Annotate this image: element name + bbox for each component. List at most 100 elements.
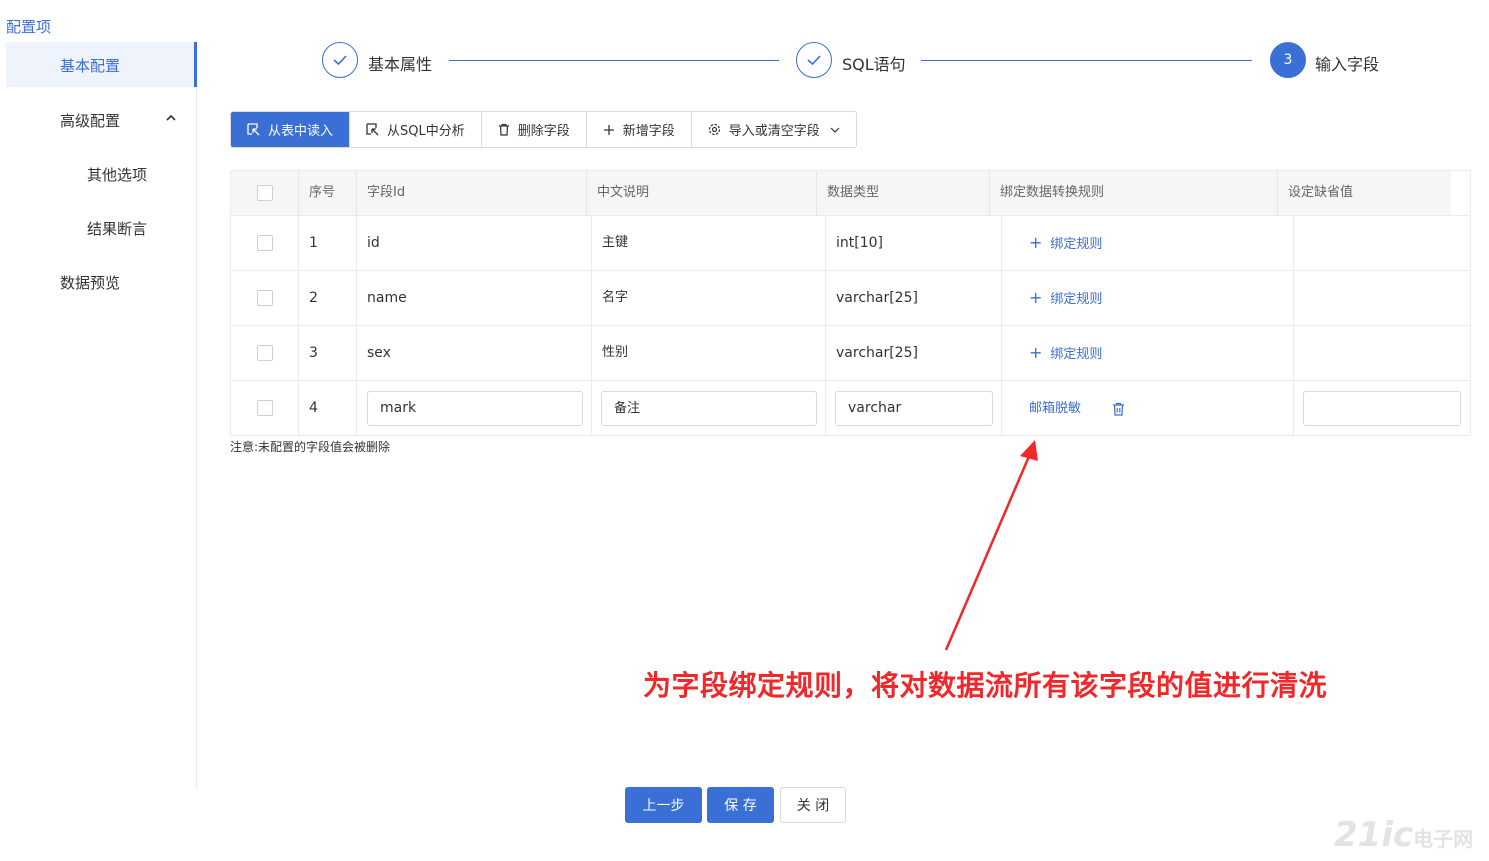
row-checkbox[interactable] <box>257 290 273 306</box>
bind-rule-label: 绑定规则 <box>1050 292 1103 307</box>
row-checkbox-cell <box>231 271 299 325</box>
row-checkbox-cell <box>231 381 299 435</box>
bind-rule-link[interactable]: + 绑定规则 <box>1029 233 1103 252</box>
plus-icon: + <box>1029 288 1043 307</box>
step-3-label: 输入字段 <box>1315 55 1380 74</box>
bind-rule-label: 绑定规则 <box>1050 237 1103 252</box>
table-row: 3 sex 性别 varchar[25] + 绑定规则 <box>231 325 1470 380</box>
delete-field-label: 删除字段 <box>517 124 570 139</box>
add-field-button[interactable]: 新增字段 <box>586 112 692 147</box>
row-default-cell <box>1294 381 1470 435</box>
config-page: 配置项 基本配置 高级配置 其他选项 结果断言 数据预览 基本属性 SQL语句 … <box>0 0 1489 861</box>
row-no: 4 <box>299 381 357 435</box>
check-icon <box>333 55 347 66</box>
row-checkbox-cell <box>231 326 299 380</box>
row-rule-cell: + 绑定规则 <box>1002 271 1294 325</box>
sidebar-item-data-preview[interactable]: 数据预览 <box>60 272 120 293</box>
row-no: 2 <box>299 271 357 325</box>
table-row: 2 name 名字 varchar[25] + 绑定规则 <box>231 270 1470 325</box>
import-clear-label: 导入或清空字段 <box>728 124 820 139</box>
row-field-id: id <box>357 216 592 270</box>
sidebar-item-result-assert[interactable]: 结果断言 <box>87 218 147 239</box>
import-clear-dropdown[interactable]: 导入或清空字段 <box>691 112 856 147</box>
sidebar: 基本配置 高级配置 其他选项 结果断言 数据预览 <box>0 40 197 788</box>
header-field-id: 字段Id <box>357 171 587 215</box>
add-field-label: 新增字段 <box>622 124 675 139</box>
plus-icon <box>603 124 614 135</box>
row-no: 1 <box>299 216 357 270</box>
row-rule-cell: 邮箱脱敏 <box>1002 381 1294 435</box>
row-checkbox[interactable] <box>257 235 273 251</box>
step-connector <box>449 60 779 61</box>
row-desc: 名字 <box>592 271 826 325</box>
select-all-checkbox[interactable] <box>257 185 273 201</box>
table-row: 1 id 主键 int[10] + 绑定规则 <box>231 215 1470 270</box>
sidebar-item-other-options[interactable]: 其他选项 <box>87 164 147 185</box>
field-toolbar: 从表中读入 从SQL中分析 删除字段 新增字段 导入或清空字段 <box>230 111 857 148</box>
header-no: 序号 <box>299 171 357 215</box>
save-button[interactable]: 保 存 <box>707 787 774 823</box>
trash-icon[interactable] <box>1112 402 1125 416</box>
read-from-table-label: 从表中读入 <box>268 124 334 139</box>
row-checkbox[interactable] <box>257 400 273 416</box>
sidebar-item-advanced[interactable]: 高级配置 <box>60 110 120 131</box>
row-field-id: sex <box>357 326 592 380</box>
sidebar-item-label: 基本配置 <box>60 57 121 75</box>
table-header: 序号 字段Id 中文说明 数据类型 绑定数据转换规则 设定缺省值 <box>231 171 1451 215</box>
step-1-circle <box>322 42 358 78</box>
header-default: 设定缺省值 <box>1288 185 1354 200</box>
type-input[interactable]: varchar <box>835 391 993 426</box>
bind-rule-link[interactable]: + 绑定规则 <box>1029 288 1103 307</box>
row-field-id-cell: mark <box>357 381 592 435</box>
header-type: 数据类型 <box>817 171 990 215</box>
select-icon <box>366 123 379 136</box>
default-value-input[interactable] <box>1303 391 1461 426</box>
analyze-sql-label: 从SQL中分析 <box>387 124 465 139</box>
header-desc: 中文说明 <box>587 171 817 215</box>
row-type: int[10] <box>826 216 1002 270</box>
step-2-label: SQL语句 <box>842 55 906 74</box>
table-row-editing: 4 mark 备注 varchar 邮箱脱敏 <box>231 380 1470 435</box>
chevron-up-icon[interactable] <box>166 113 176 123</box>
header-checkbox-cell <box>231 171 299 215</box>
field-id-input[interactable]: mark <box>367 391 583 426</box>
row-field-id: name <box>357 271 592 325</box>
prev-button[interactable]: 上一步 <box>625 787 702 823</box>
row-rule-cell: + 绑定规则 <box>1002 326 1294 380</box>
analyze-sql-button[interactable]: 从SQL中分析 <box>350 112 482 147</box>
row-type: varchar[25] <box>826 271 1002 325</box>
bind-rule-link[interactable]: + 绑定规则 <box>1029 343 1103 362</box>
plus-icon: + <box>1029 233 1043 252</box>
close-button[interactable]: 关 闭 <box>780 787 846 823</box>
row-desc-cell: 备注 <box>592 381 826 435</box>
bound-rule-link[interactable]: 邮箱脱敏 <box>1029 401 1081 416</box>
row-checkbox[interactable] <box>257 345 273 361</box>
gear-icon <box>708 123 720 136</box>
row-checkbox-cell <box>231 216 299 270</box>
watermark-sub: 电子网 <box>1413 827 1474 851</box>
row-type-cell: varchar <box>826 381 1002 435</box>
step-3-circle: 3 <box>1270 42 1306 78</box>
trash-icon <box>498 123 509 136</box>
chevron-down-icon <box>830 127 840 133</box>
watermark-logo: 21ic电子网 <box>1334 815 1473 855</box>
watermark-main: 21ic <box>1334 815 1414 855</box>
row-default <box>1294 216 1470 270</box>
annotation-text: 为字段绑定规则，将对数据流所有该字段的值进行清洗 <box>643 669 1328 702</box>
row-type: varchar[25] <box>826 326 1002 380</box>
desc-input[interactable]: 备注 <box>601 391 817 426</box>
step-1-label: 基本属性 <box>368 55 433 74</box>
header-rule: 绑定数据转换规则 <box>990 171 1278 215</box>
bind-rule-label: 绑定规则 <box>1050 347 1103 362</box>
row-no: 3 <box>299 326 357 380</box>
plus-icon: + <box>1029 343 1043 362</box>
row-rule-cell: + 绑定规则 <box>1002 216 1294 270</box>
row-default <box>1294 326 1470 380</box>
table-note: 注意:未配置的字段值会被删除 <box>230 440 391 454</box>
sidebar-item-basic[interactable]: 基本配置 <box>6 42 197 87</box>
read-from-table-button[interactable]: 从表中读入 <box>231 112 351 147</box>
step-2-circle <box>796 42 832 78</box>
row-desc: 主键 <box>592 216 826 270</box>
check-icon <box>807 55 821 66</box>
delete-field-button[interactable]: 删除字段 <box>481 112 587 147</box>
